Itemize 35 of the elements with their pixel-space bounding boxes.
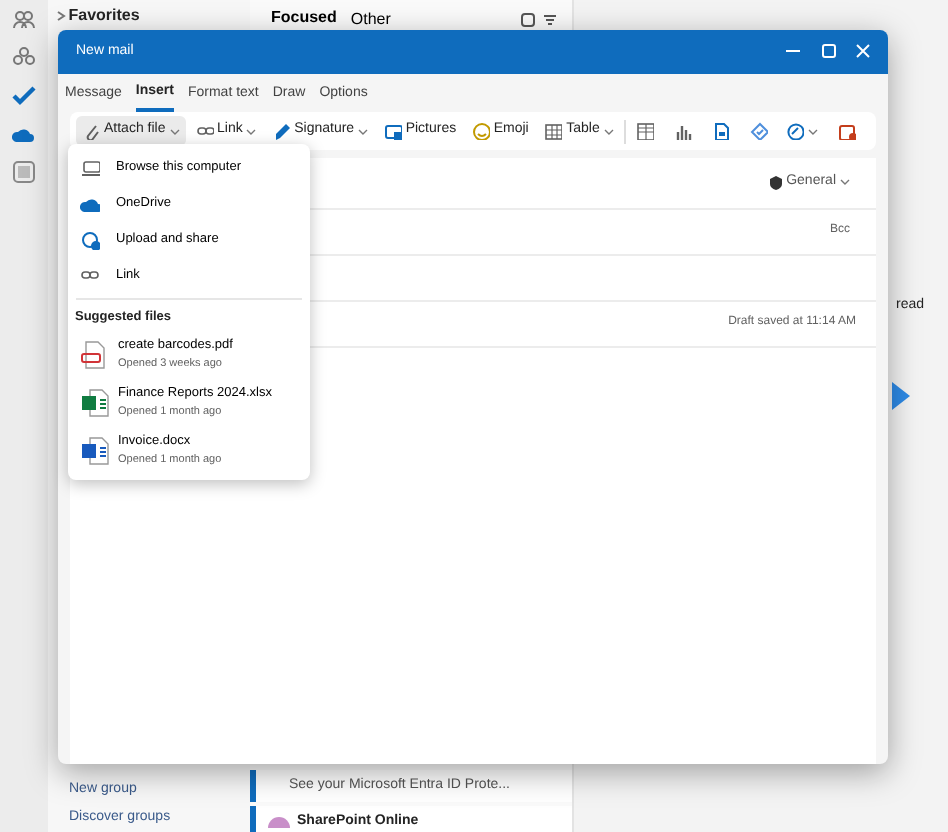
maximize-icon[interactable] bbox=[821, 44, 835, 59]
pdf-file-icon bbox=[80, 339, 110, 370]
caret-icon bbox=[246, 127, 257, 136]
close-icon[interactable] bbox=[856, 44, 870, 59]
table-icon bbox=[544, 122, 563, 141]
spreadsheet-file-icon bbox=[80, 387, 110, 418]
select-icon[interactable] bbox=[519, 11, 535, 28]
people-icon[interactable] bbox=[12, 7, 36, 31]
grid-icon bbox=[636, 122, 655, 141]
cloud-icon bbox=[80, 194, 100, 214]
checkmark-icon[interactable] bbox=[12, 83, 36, 107]
play-arrow-icon bbox=[892, 381, 910, 409]
chart-icon bbox=[674, 122, 693, 141]
record-icon bbox=[838, 122, 857, 141]
inbox-tab[interactable]: Other bbox=[350, 5, 391, 34]
apps-icon[interactable] bbox=[12, 159, 36, 183]
caret-icon bbox=[169, 127, 180, 136]
caret-icon bbox=[808, 127, 819, 136]
folder-group-header[interactable]: Favorites bbox=[68, 3, 140, 28]
chevron-right-icon[interactable] bbox=[55, 9, 65, 22]
caret-icon bbox=[603, 127, 614, 136]
caret-icon bbox=[358, 127, 369, 136]
link-icon bbox=[195, 122, 213, 141]
picture-icon bbox=[383, 122, 402, 141]
filter-icon[interactable] bbox=[542, 11, 558, 28]
badge-check-icon bbox=[749, 122, 768, 141]
smiley-icon bbox=[471, 122, 490, 141]
document-file-icon bbox=[80, 435, 110, 466]
laptop-icon bbox=[80, 158, 100, 178]
groups-icon[interactable] bbox=[12, 45, 36, 69]
document-icon bbox=[711, 122, 730, 141]
shield-icon bbox=[770, 175, 783, 190]
paperclip-icon bbox=[82, 122, 100, 141]
avatar-icon bbox=[268, 812, 290, 828]
caret-icon bbox=[840, 178, 850, 187]
